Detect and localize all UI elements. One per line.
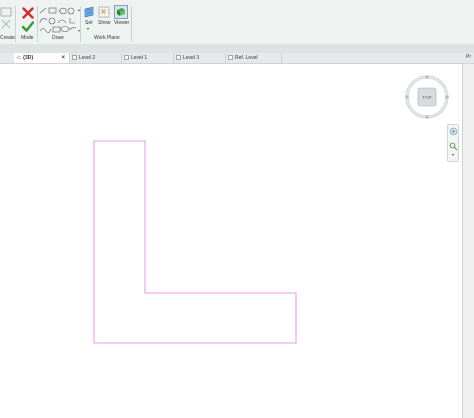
show-work-plane-icon[interactable] [98, 6, 110, 18]
drawing-canvas[interactable]: TOP [0, 64, 462, 418]
set-dropdown-arrow[interactable]: ▾ [87, 26, 89, 31]
tab-label: {3D} [23, 55, 34, 61]
tab-label: Level 3 [183, 55, 200, 61]
tab-level-1[interactable]: Level 1 [122, 53, 174, 63]
compass-marker-south [425, 115, 429, 119]
close-icon[interactable]: × [61, 53, 65, 63]
properties-panel-edge[interactable] [462, 64, 474, 418]
polygon-tool-icon [58, 7, 67, 15]
navigation-bar: ▾ [447, 124, 459, 162]
cancel-edit-mode-icon[interactable] [22, 7, 34, 19]
steering-wheel-icon[interactable] [449, 127, 458, 136]
floor-plan-icon [228, 55, 233, 60]
fillet-arc-tool-icon [69, 18, 75, 24]
view-tab-bar: ⌂ {3D} × Level 2 Level 1 Level 3 Ref. Le… [0, 53, 474, 64]
line-tool-icon [39, 7, 47, 14]
sketch-lines[interactable] [0, 64, 462, 418]
tab-label: Level 2 [79, 55, 96, 61]
floor-plan-icon [72, 55, 77, 60]
set-work-plane-icon[interactable] [83, 6, 95, 18]
separator [131, 6, 132, 42]
spline-tool-icon [39, 28, 52, 33]
viewcube[interactable]: TOP [402, 72, 452, 122]
separator [15, 6, 16, 42]
show-button-label[interactable]: Show [98, 20, 111, 26]
draw-panel-label: Draw [52, 35, 64, 41]
home-icon: ⌂ [17, 55, 21, 61]
tangent-arc-tool-icon [57, 19, 67, 24]
circle-tool-icon [67, 7, 75, 15]
compass-marker-west [405, 95, 409, 99]
center-arc-tool-icon [48, 17, 56, 25]
viewcube-face-label: TOP [422, 95, 431, 100]
tab-level-2[interactable]: Level 2 [70, 53, 122, 63]
arc-tool-icon [39, 18, 48, 24]
pick-lines-tool-icon [52, 26, 61, 33]
viewer-button-label[interactable]: Viewer [114, 20, 129, 26]
tab-label: Level 1 [131, 55, 148, 61]
separator [80, 6, 81, 42]
work-plane-viewer-icon[interactable] [114, 5, 128, 19]
work-plane-panel-label: Work Plane [94, 35, 120, 41]
tab-3d-view[interactable]: ⌂ {3D} × [14, 53, 70, 63]
mode-panel-label: Mode [21, 35, 34, 41]
draw-tools-grid[interactable] [38, 6, 80, 34]
ellipse-tool-icon [60, 26, 70, 32]
create-tool-icon[interactable] [0, 6, 14, 32]
rectangle-tool-icon [48, 7, 57, 14]
ribbon: Create Mode Draw Set ▾ Show Viewer Work … [0, 0, 474, 45]
create-panel-label: Create [0, 35, 16, 41]
compass-marker-east [445, 95, 449, 99]
properties-panel-label[interactable]: Pr [466, 54, 471, 60]
tab-ref-level[interactable]: Ref. Level [226, 53, 282, 63]
compass-marker-north [425, 75, 429, 79]
l-shaped-sketch-boundary [93, 140, 297, 344]
ribbon-gap [0, 44, 474, 53]
floor-plan-icon [124, 55, 129, 60]
tab-level-3[interactable]: Level 3 [174, 53, 226, 63]
partial-ellipse-tool-icon [69, 27, 77, 31]
finish-edit-mode-icon[interactable] [22, 21, 34, 32]
zoom-dropdown-arrow[interactable]: ▾ [452, 152, 454, 157]
floor-plan-icon [176, 55, 181, 60]
tab-label: Ref. Level [235, 55, 258, 61]
zoom-icon[interactable] [449, 142, 458, 151]
